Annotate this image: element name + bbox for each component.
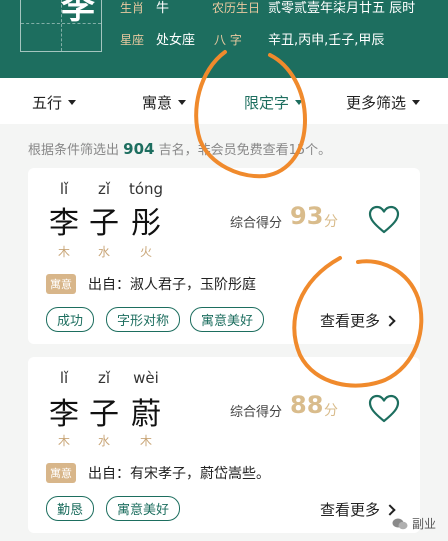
view-more-link[interactable]: 查看更多 — [320, 499, 396, 520]
element-tag: 木 — [57, 245, 70, 259]
watermark: 副业 — [392, 515, 436, 532]
dropdown-arrow-icon — [295, 100, 304, 105]
meaning-tag: 寓意 — [46, 463, 76, 483]
dropdown-arrow-icon — [68, 100, 77, 105]
surname-character: 李 — [61, 0, 95, 27]
element-tag: 木 — [57, 434, 70, 448]
lunar-birthday-value: 贰零贰壹年柒月廿五 辰时 — [268, 1, 416, 16]
name-info-header: 李 生肖 牛 农历生日 贰零贰壹年柒月廿五 辰时 星座 处女座 八 字 辛丑,丙… — [0, 0, 448, 78]
bazi-label: 八 字 — [214, 33, 242, 47]
name-card[interactable]: lǐ zǐ tóng 李 子 彤 木 水 火 综合得分 93 分 寓意 出自：淑… — [28, 168, 420, 344]
name-character: 彤 — [131, 206, 161, 241]
meaning-tag: 寓意 — [46, 274, 76, 294]
score-unit: 分 — [324, 403, 338, 419]
score-label: 综合得分 — [230, 405, 283, 420]
name-character: 子 — [89, 206, 119, 241]
element-tag: 水 — [97, 434, 110, 448]
zodiac-value: 牛 — [156, 1, 170, 16]
element-tag: 木 — [139, 434, 152, 448]
pinyin: wèi — [133, 369, 159, 387]
constellation-label: 星座 — [120, 33, 145, 47]
view-more-link[interactable]: 查看更多 — [320, 310, 396, 331]
pinyin: zǐ — [97, 180, 111, 198]
surname-grid: 李 — [20, 0, 102, 52]
view-more-label: 查看更多 — [320, 312, 381, 330]
pinyin: zǐ — [97, 369, 111, 387]
filter-bar: 五行 寓意 限定字 更多筛选 — [0, 78, 448, 124]
dropdown-arrow-icon — [178, 100, 187, 105]
result-summary: 根据条件筛选出 904 吉名，非会员免费查看15个。 — [28, 139, 331, 158]
trait-chip: 勤恳 — [46, 496, 95, 521]
wechat-icon — [392, 518, 408, 529]
chevron-right-icon — [384, 314, 396, 327]
score-unit: 分 — [324, 214, 338, 230]
element-tag: 火 — [139, 245, 152, 259]
favorite-heart-icon[interactable] — [368, 205, 400, 235]
name-character: 子 — [89, 397, 119, 432]
view-more-label: 查看更多 — [320, 501, 381, 519]
filter-label: 寓意 — [142, 94, 173, 112]
trait-chip: 成功 — [46, 307, 95, 332]
score-value: 88 — [290, 391, 324, 419]
trait-chip: 字形对称 — [106, 307, 181, 332]
meaning-source: 出自：淑人君子，玉阶彤庭 — [88, 277, 256, 293]
dropdown-arrow-icon — [412, 100, 421, 105]
pinyin: tóng — [128, 180, 164, 198]
filter-label: 限定字 — [244, 94, 290, 112]
filter-label: 五行 — [32, 94, 63, 112]
name-character: 蔚 — [131, 397, 161, 432]
summary-suffix: 吉名，非会员免费查看15个。 — [158, 143, 332, 158]
result-count: 904 — [123, 140, 155, 158]
zodiac-label: 生肖 — [120, 1, 145, 15]
pinyin: lǐ — [59, 180, 69, 198]
score-label: 综合得分 — [230, 216, 283, 231]
element-tag: 水 — [97, 245, 110, 259]
pinyin: lǐ — [59, 369, 69, 387]
lunar-birthday-label: 农历生日 — [212, 1, 261, 15]
constellation-value: 处女座 — [156, 33, 196, 48]
name-character: 李 — [49, 397, 79, 432]
favorite-heart-icon[interactable] — [368, 394, 400, 424]
name-card[interactable]: lǐ zǐ wèi 李 子 蔚 木 水 木 综合得分 88 分 寓意 出自：有宋… — [28, 357, 420, 533]
name-character: 李 — [49, 206, 79, 241]
trait-chip: 寓意美好 — [190, 307, 265, 332]
score-value: 93 — [290, 202, 324, 230]
filter-more[interactable]: 更多筛选 — [346, 92, 421, 113]
summary-prefix: 根据条件筛选出 — [28, 143, 120, 158]
meaning-source: 出自：有宋孝子，蔚岱嵩些。 — [88, 466, 270, 482]
watermark-text: 副业 — [412, 517, 437, 531]
trait-chip: 寓意美好 — [106, 496, 181, 521]
filter-label: 更多筛选 — [346, 94, 407, 112]
filter-limited-char[interactable]: 限定字 — [244, 92, 304, 113]
bazi-value: 辛丑,丙申,壬子,甲辰 — [268, 33, 385, 48]
filter-wuxing[interactable]: 五行 — [32, 92, 77, 113]
chevron-right-icon — [384, 503, 396, 516]
filter-meaning[interactable]: 寓意 — [142, 92, 187, 113]
